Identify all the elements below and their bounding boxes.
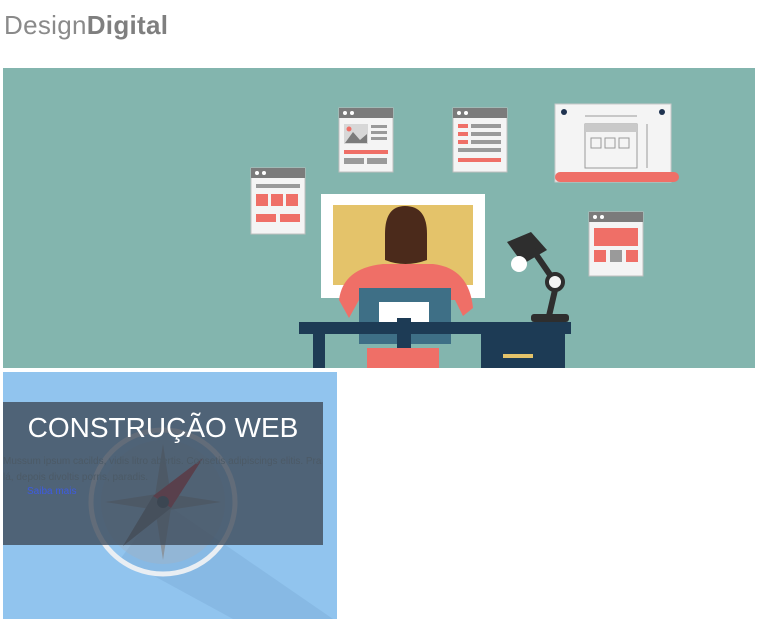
text-card-icon xyxy=(452,107,508,173)
card-overlay: CONSTRUÇÃO WEB Mussum ipsum cacilds, vid… xyxy=(3,402,323,545)
wireframe-card-icon xyxy=(250,167,306,235)
read-more-link[interactable]: Saiba mais xyxy=(27,486,76,497)
image-card-icon xyxy=(338,107,394,173)
blueprint-sheet-icon xyxy=(554,103,679,183)
desk-lamp-icon xyxy=(507,232,569,322)
logo-light-text: Design xyxy=(4,10,87,40)
logo-bold-text: Digital xyxy=(86,10,169,40)
card-title: CONSTRUÇÃO WEB xyxy=(27,412,299,443)
service-card-web[interactable]: CONSTRUÇÃO WEB Mussum ipsum cacilds, vid… xyxy=(3,372,337,619)
layout-card-icon xyxy=(588,211,644,277)
card-description: Mussum ipsum cacilds, vidis litro aberti… xyxy=(3,456,322,483)
site-logo[interactable]: DesignDigital xyxy=(4,10,168,41)
hero-banner-illustration xyxy=(3,68,755,368)
